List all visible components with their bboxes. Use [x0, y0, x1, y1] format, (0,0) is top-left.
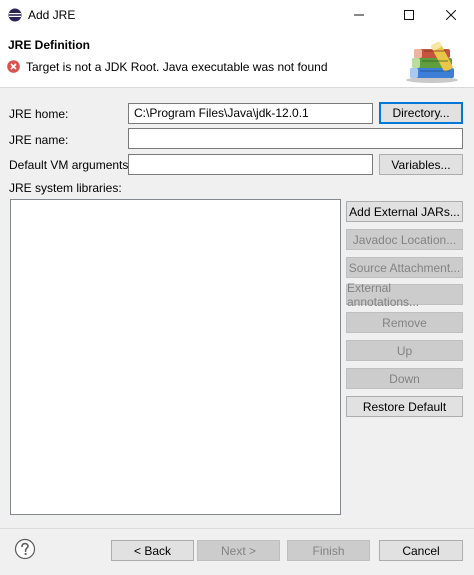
books-library-icon — [406, 41, 458, 83]
jre-system-libraries-list[interactable] — [10, 199, 341, 515]
help-icon[interactable] — [14, 538, 36, 560]
remove-button[interactable]: Remove — [346, 312, 463, 333]
back-button[interactable]: < Back — [111, 540, 194, 561]
eclipse-icon — [8, 8, 22, 22]
close-icon — [446, 10, 456, 20]
next-button[interactable]: Next > — [197, 540, 280, 561]
vm-arguments-label: Default VM arguments: — [9, 158, 132, 172]
up-button[interactable]: Up — [346, 340, 463, 361]
javadoc-location-button[interactable]: Javadoc Location... — [346, 229, 463, 250]
jre-home-input[interactable]: C:\Program Files\Java\jdk-12.0.1 — [128, 103, 373, 124]
jre-name-label: JRE name: — [9, 133, 69, 147]
jre-name-input[interactable] — [128, 128, 463, 149]
directory-button[interactable]: Directory... — [379, 102, 463, 124]
page-title: JRE Definition — [8, 38, 91, 52]
jre-home-label: JRE home: — [9, 107, 69, 121]
finish-button[interactable]: Finish — [287, 540, 370, 561]
vm-arguments-input[interactable] — [128, 154, 373, 175]
minimize-button[interactable] — [336, 0, 382, 30]
restore-default-button[interactable]: Restore Default — [346, 396, 463, 417]
external-annotations-button[interactable]: External annotations... — [346, 281, 463, 309]
footer-separator — [0, 528, 474, 529]
error-icon — [7, 60, 20, 73]
add-external-jars-button[interactable]: Add External JARs... — [346, 201, 463, 222]
error-message: Target is not a JDK Root. Java executabl… — [26, 60, 328, 74]
maximize-button[interactable] — [386, 0, 432, 30]
down-button[interactable]: Down — [346, 368, 463, 389]
source-attachment-button[interactable]: Source Attachment... — [346, 257, 463, 278]
maximize-icon — [404, 10, 414, 20]
variables-button[interactable]: Variables... — [379, 154, 463, 175]
close-button[interactable] — [428, 0, 474, 30]
window-title: Add JRE — [28, 8, 76, 22]
cancel-button[interactable]: Cancel — [379, 540, 463, 561]
jre-system-libraries-label: JRE system libraries: — [9, 181, 122, 195]
minimize-icon — [354, 14, 364, 16]
